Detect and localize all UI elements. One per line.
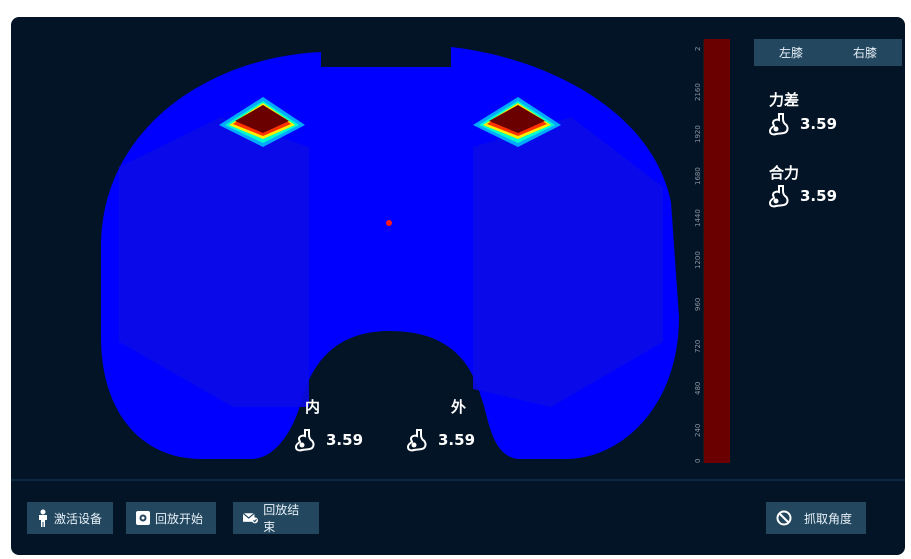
- scale-tick: 1440: [694, 209, 702, 227]
- resultant-label: 合力: [769, 164, 800, 182]
- main-panel: 内 3.59 外 3.59 2 2160 1920 1680 1440 1200…: [11, 17, 905, 555]
- no-entry-icon: [776, 510, 792, 526]
- force-diff-label: 力差: [769, 91, 800, 109]
- scale-tick: 960: [694, 297, 702, 311]
- replay-start-button[interactable]: 回放开始: [126, 502, 216, 534]
- scale-tick: 2: [694, 46, 702, 51]
- activate-device-button[interactable]: 激活设备: [27, 502, 113, 534]
- person-icon: [39, 509, 47, 527]
- scale-tick: 0: [694, 458, 702, 463]
- scale-tick: 240: [694, 423, 702, 437]
- resultant-value: 3.59: [800, 187, 838, 205]
- inner-value: 3.59: [326, 431, 364, 449]
- inner-value-row: 3.59: [292, 427, 363, 453]
- force-diff-row: 3.59: [766, 111, 837, 137]
- color-scale-bar: [703, 39, 730, 463]
- scale-tick: 1680: [694, 167, 702, 185]
- capture-angle-button[interactable]: 抓取角度: [766, 502, 866, 534]
- scale-tick: 720: [694, 339, 702, 353]
- capture-angle-label: 抓取角度: [804, 511, 853, 526]
- center-of-pressure: [386, 220, 392, 226]
- envelope-check-icon: [243, 512, 258, 524]
- scale-tick: 1920: [694, 125, 702, 143]
- knee-icon: [406, 429, 427, 452]
- knee-icon: [768, 185, 789, 208]
- footer-divider: [11, 479, 905, 481]
- gear-icon: [136, 511, 150, 525]
- knee-icon: [768, 113, 789, 136]
- resultant-row: 3.59: [766, 183, 837, 209]
- pressure-heatmap: [101, 47, 679, 459]
- outer-value: 3.59: [438, 431, 476, 449]
- knee-tabs: 左膝 右膝: [754, 39, 902, 66]
- knee-icon: [294, 429, 315, 452]
- force-diff-value: 3.59: [800, 115, 838, 133]
- outer-value-row: 3.59: [404, 427, 475, 453]
- activate-device-label: 激活设备: [54, 511, 103, 526]
- scale-tick: 480: [694, 381, 702, 395]
- tab-left-knee[interactable]: 左膝: [754, 39, 828, 66]
- scale-tick: 2160: [694, 83, 702, 101]
- inner-label: 内: [305, 398, 321, 416]
- color-scale: 2 2160 1920 1680 1440 1200 960 720 480 2…: [694, 39, 734, 463]
- replay-end-label: 回放结束: [263, 503, 300, 534]
- replay-end-button[interactable]: 回放结束: [233, 502, 319, 534]
- scale-tick: 1200: [694, 251, 702, 269]
- outer-label: 外: [451, 398, 467, 416]
- replay-start-label: 回放开始: [155, 511, 204, 526]
- tab-right-knee[interactable]: 右膝: [828, 39, 902, 66]
